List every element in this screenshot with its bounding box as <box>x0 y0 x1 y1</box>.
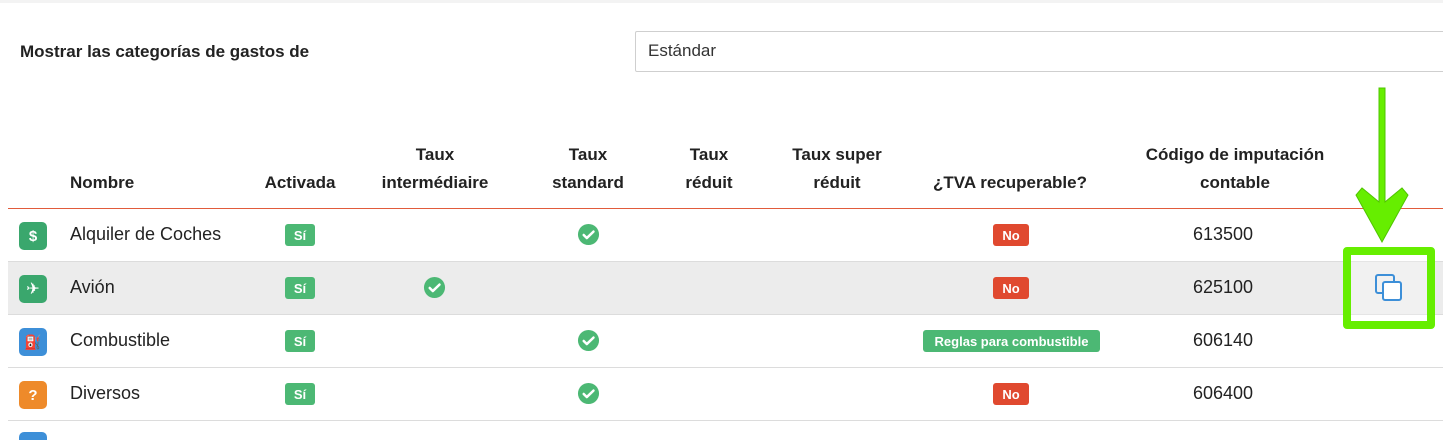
header-code: Código de imputación contable <box>1125 141 1345 197</box>
expense-categories-page: Mostrar las categorías de gastos de Está… <box>0 0 1443 440</box>
header-reduced-line1: Taux <box>689 145 729 164</box>
header-reduced: Taux réduit <box>669 141 749 197</box>
highlight-arrow-icon <box>1355 87 1409 244</box>
header-standard-line2: standard <box>552 173 624 192</box>
copy-icon <box>1375 274 1402 301</box>
table-header: Nombre Activada Taux intermédiaire Taux … <box>0 140 1443 208</box>
vat-badge: No <box>993 277 1029 299</box>
header-intermediate-line1: Taux <box>415 145 455 164</box>
category-name: Combustible <box>70 330 171 350</box>
header-active: Activada <box>264 173 336 192</box>
header-intermediate-line2: intermédiaire <box>381 173 489 192</box>
table-row[interactable]: ⛽ Combustible Sí Reglas para combustible… <box>8 315 1443 368</box>
check-circle-icon <box>423 276 446 299</box>
header-intermediate: Taux intermédiaire <box>365 141 505 197</box>
fuel-pump-icon: ⛽ <box>19 328 47 356</box>
accounting-code: 625100 <box>1192 277 1254 297</box>
vat-badge: No <box>993 383 1029 405</box>
header-name: Nombre <box>70 173 135 192</box>
check-circle-icon <box>577 382 600 405</box>
header-reduced-line2: réduit <box>685 173 733 192</box>
accounting-code: 606400 <box>1192 383 1254 403</box>
question-icon: ? <box>19 381 47 409</box>
next-row-icon-partial <box>19 432 47 440</box>
header-super-reduced-line2: réduit <box>813 173 861 192</box>
accounting-code: 606140 <box>1192 330 1254 350</box>
top-divider <box>0 0 1443 3</box>
airplane-icon: ✈ <box>19 275 47 303</box>
vat-badge: No <box>993 224 1029 246</box>
header-super-reduced: Taux super réduit <box>777 141 897 197</box>
check-circle-icon <box>577 329 600 352</box>
accounting-code: 613500 <box>1192 224 1254 244</box>
header-standard: Taux standard <box>538 141 638 197</box>
filter-label: Mostrar las categorías de gastos de <box>20 42 310 61</box>
category-name: Diversos <box>70 383 141 403</box>
table-row[interactable]: $ Alquiler de Coches Sí No 613500 <box>8 209 1443 262</box>
table-row[interactable]: ✈ Avión Sí No 625100 <box>8 262 1443 315</box>
header-vat: ¿TVA recuperable? <box>933 173 1087 192</box>
table-row[interactable]: ? Diversos Sí No 606400 <box>8 368 1443 421</box>
active-badge: Sí <box>285 224 315 246</box>
active-badge: Sí <box>285 383 315 405</box>
fuel-rules-badge: Reglas para combustible <box>923 330 1100 352</box>
header-code-line1: Código de imputación <box>1145 145 1325 164</box>
active-badge: Sí <box>285 330 315 352</box>
header-standard-line1: Taux <box>568 145 608 164</box>
category-name: Avión <box>70 277 115 297</box>
check-circle-icon <box>577 223 600 246</box>
copy-button[interactable] <box>1343 247 1435 329</box>
active-badge: Sí <box>285 277 315 299</box>
category-set-select[interactable]: Estándar <box>635 31 1443 72</box>
category-name: Alquiler de Coches <box>70 224 222 244</box>
header-super-reduced-line1: Taux super <box>792 145 882 164</box>
car-rental-icon: $ <box>19 222 47 250</box>
header-code-line2: contable <box>1200 173 1270 192</box>
